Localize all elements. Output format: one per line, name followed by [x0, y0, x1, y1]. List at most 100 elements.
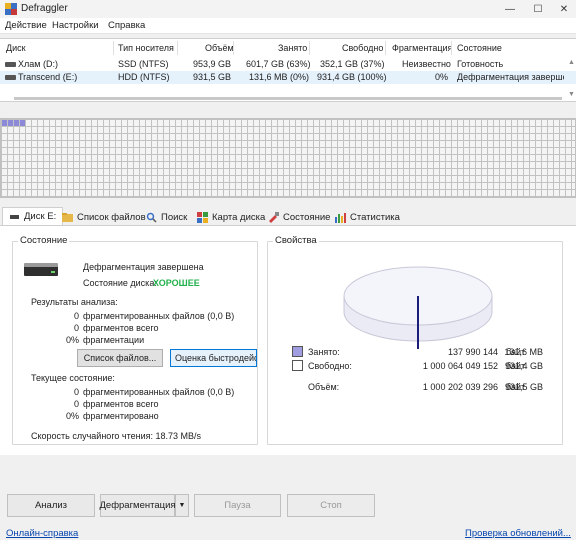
tab-label: Карта диска: [212, 211, 266, 223]
drive-icon: [10, 215, 19, 219]
health-icon: [269, 211, 279, 223]
drive-used: 131,6 MB (0%): [249, 72, 310, 82]
chevron-down-icon: ▼: [178, 502, 186, 509]
used-label: Занято:: [308, 347, 340, 357]
stop-button[interactable]: Стоп: [287, 494, 375, 517]
properties-group: Свойства Занято: 137 990 144 байт 131,6 …: [267, 235, 563, 445]
free-label: Свободно:: [308, 361, 352, 371]
tab-search[interactable]: Поиск: [146, 209, 187, 225]
disk-usage-pie-chart: [343, 266, 493, 349]
col-size[interactable]: Объём: [205, 43, 234, 53]
used-block: [20, 120, 25, 126]
used-block: [8, 120, 13, 126]
current-fragmentation-label: фрагментировано: [83, 411, 159, 421]
tab-drive-e[interactable]: Диск E:: [2, 207, 64, 225]
action-bar: Анализ Дефрагментация ▼ Пауза Стоп Онлай…: [0, 490, 576, 540]
tab-drive-map[interactable]: Карта диска: [197, 209, 265, 225]
read-speed-text: Скорость случайного чтения: 18.73 MB/s: [31, 431, 202, 441]
free-human: 931,4 GB: [504, 361, 543, 371]
close-button[interactable]: ✕: [552, 0, 576, 18]
analysis-fragmentation-value: 0%: [65, 335, 79, 345]
health-label: Состояние диска:: [83, 278, 157, 288]
tab-label: Состояние: [283, 211, 331, 223]
drive-frag: 0%: [435, 72, 449, 82]
drive-map-icon: [197, 211, 208, 223]
maximize-icon: ☐: [533, 3, 543, 15]
disk-block-map: [0, 118, 576, 198]
col-status[interactable]: Состояние: [457, 43, 502, 53]
analysis-fragmentation-label: фрагментации: [83, 335, 145, 345]
window-title: Defraggler: [21, 3, 68, 14]
drive-frag: Неизвестно: [402, 59, 451, 69]
scroll-down-arrow-icon[interactable]: ▼: [568, 91, 575, 98]
capacity-human: 931,5 GB: [504, 382, 543, 392]
drive-free: 352,1 GB (37%): [320, 59, 385, 69]
tab-label: Поиск: [161, 211, 188, 223]
defrag-dropdown-button[interactable]: ▼: [175, 494, 189, 517]
defrag-status-text: Дефрагментация завершена: [83, 262, 204, 272]
minimize-button[interactable]: —: [496, 0, 524, 18]
statistics-icon: [335, 212, 346, 223]
analysis-fragments-count: 0: [73, 323, 79, 333]
file-list-button[interactable]: Список файлов...: [77, 349, 163, 367]
used-block: [14, 120, 19, 126]
used-bytes: 137 990 144: [447, 347, 498, 357]
hard-drive-icon: [24, 263, 58, 276]
analysis-fragmented-files-count: 0: [73, 311, 79, 321]
tab-label: Список файлов: [77, 211, 146, 223]
current-fragments-count: 0: [73, 399, 79, 409]
drive-name: Хлам (D:): [18, 59, 58, 69]
analysis-title: Результаты анализа:: [31, 297, 118, 307]
current-fragments-label: фрагментов всего: [83, 399, 159, 409]
used-human: 131,6 MB: [504, 347, 543, 357]
drive-status: Дефрагментация завершена: [457, 72, 564, 82]
menu-help[interactable]: Справка: [108, 20, 145, 31]
used-block: [2, 120, 7, 126]
current-fragmented-files-count: 0: [73, 387, 79, 397]
check-updates-link[interactable]: Проверка обновлений...: [465, 528, 571, 539]
drive-name: Transcend (E:): [18, 72, 78, 82]
free-bytes: 1 000 064 049 152: [422, 361, 498, 371]
benchmark-button[interactable]: Оценка быстродействия: [170, 349, 257, 367]
defraggler-logo-icon: [5, 3, 17, 15]
current-status-title: Текущее состояние:: [31, 373, 115, 383]
analysis-fragmented-files-label: фрагментированных файлов (0,0 B): [83, 311, 235, 321]
col-media[interactable]: Тип носителя: [118, 43, 174, 53]
capacity-bytes: 1 000 202 039 296: [422, 382, 498, 392]
current-fragmentation-value: 0%: [65, 411, 79, 421]
tab-statistics[interactable]: Статистика: [335, 209, 400, 225]
drive-row-d[interactable]: Хлам (D:) SSD (NTFS) 953,9 GB 601,7 GB (…: [0, 58, 576, 71]
analysis-fragments-label: фрагментов всего: [83, 323, 159, 333]
tab-bar: Диск E: Список файлов Поиск Карта диска …: [0, 207, 576, 225]
drive-status: Готовность: [457, 59, 504, 69]
menu-settings[interactable]: Настройки: [52, 20, 99, 31]
col-free[interactable]: Свободно: [342, 43, 383, 53]
online-help-link[interactable]: Онлайн-справка: [6, 528, 78, 539]
current-fragmented-files-label: фрагментированных файлов (0,0 B): [83, 387, 235, 397]
horizontal-scrollbar[interactable]: [14, 97, 562, 100]
tab-label: Диск E:: [24, 211, 57, 222]
title-bar: Defraggler — ☐ ✕: [0, 0, 576, 18]
tab-health[interactable]: Состояние: [268, 209, 330, 225]
drive-media: SSD (NTFS): [118, 59, 169, 69]
free-color-swatch: [292, 360, 303, 371]
menu-action[interactable]: Действие: [5, 20, 47, 31]
col-fragmentation[interactable]: Фрагментация: [392, 43, 452, 53]
menu-bar: Действие Настройки Справка: [0, 18, 576, 34]
maximize-button[interactable]: ☐: [524, 0, 552, 18]
status-group: Состояние Дефрагментация завершена Состо…: [12, 235, 258, 445]
col-used[interactable]: Занято: [278, 43, 307, 53]
defrag-button[interactable]: Дефрагментация: [99, 494, 176, 517]
drive-used: 601,7 GB (63%): [246, 59, 311, 69]
drive-tab-panel: Состояние Дефрагментация завершена Состо…: [0, 225, 576, 455]
drive-size: 953,9 GB: [193, 59, 232, 69]
col-disk[interactable]: Диск: [6, 43, 26, 53]
drive-size: 931,5 GB: [193, 72, 232, 82]
analyze-button[interactable]: Анализ: [7, 494, 95, 517]
minimize-icon: —: [505, 3, 515, 15]
scroll-up-arrow-icon[interactable]: ▲: [568, 59, 575, 66]
tab-file-list[interactable]: Список файлов: [62, 209, 146, 225]
drive-row-e[interactable]: Transcend (E:) HDD (NTFS) 931,5 GB 131,6…: [0, 71, 576, 84]
search-icon: [146, 212, 157, 223]
pause-button[interactable]: Пауза: [194, 494, 281, 517]
